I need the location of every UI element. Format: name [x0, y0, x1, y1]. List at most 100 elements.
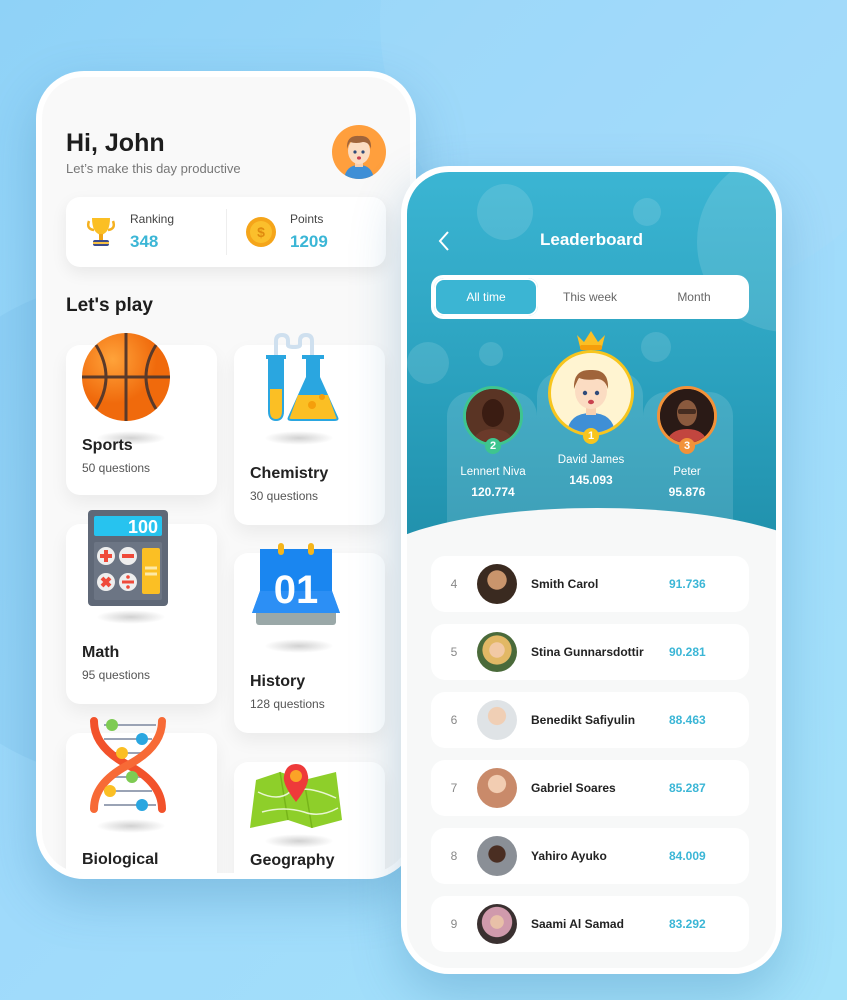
rank-badge-1: 1 [583, 428, 599, 444]
calculator-display: 100 [128, 517, 158, 537]
category-title: Math [82, 644, 120, 661]
leaderboard-row[interactable]: 6 Benedikt Safiyulin 88.463 [431, 692, 749, 748]
row-name: Saami Al Samad [531, 917, 624, 931]
category-card-math[interactable]: 100 Math 95 questions [66, 510, 217, 704]
boy-avatar-icon [344, 135, 374, 179]
row-score: 88.463 [669, 713, 706, 727]
row-avatar [477, 564, 517, 604]
row-avatar [477, 904, 517, 944]
category-count: 128 questions [250, 697, 325, 711]
row-score: 84.009 [669, 849, 706, 863]
map-pin-icon [250, 764, 342, 828]
stats-card: Ranking 348 $ Points 1209 [66, 197, 386, 267]
home-phone: Hi, John Let’s make this day productive [36, 71, 416, 879]
tab-this-week[interactable]: This week [538, 278, 642, 316]
period-tabs: All time This week Month [431, 275, 749, 319]
podium-avatar-third[interactable] [657, 386, 717, 446]
row-name: Benedikt Safiyulin [531, 713, 636, 727]
row-rank: 7 [450, 781, 458, 795]
points-value: 1209 [290, 232, 328, 251]
test-tubes-icon [266, 333, 339, 421]
row-score: 85.287 [669, 781, 706, 795]
leaderboard-row[interactable]: 9 Saami Al Samad 83.292 [431, 896, 749, 952]
section-title: Let's play [66, 295, 153, 316]
decor-circle [641, 332, 671, 362]
leaderboard-row[interactable]: 8 Yahiro Ayuko 84.009 [431, 828, 749, 884]
podium-name-first: David James [557, 454, 625, 466]
ranking-value: 348 [130, 232, 159, 251]
icon-shadow [264, 431, 334, 445]
rank-badge-2: 2 [485, 438, 501, 454]
points-label: Points [290, 212, 324, 226]
podium-score-second: 120.774 [471, 485, 515, 499]
trophy-icon [86, 218, 116, 246]
category-count: 95 questions [82, 668, 151, 682]
row-name: Gabriel Soares [531, 781, 616, 795]
row-name: Yahiro Ayuko [531, 849, 607, 863]
leaderboard-phone: Leaderboard All time This week Month 1 D… [401, 166, 782, 974]
row-avatar [477, 700, 517, 740]
category-count: 50 questions [82, 461, 151, 475]
category-card-geography[interactable]: Geography [234, 762, 385, 873]
row-avatar [477, 768, 517, 808]
boy-avatar-icon [567, 369, 615, 433]
leaderboard-title: Leaderboard [540, 230, 643, 249]
category-card-biological[interactable]: Biological [66, 717, 217, 873]
calculator-icon: 100 [88, 510, 168, 606]
category-title: Geography [250, 852, 335, 869]
ranking-label: Ranking [130, 212, 175, 226]
category-title: Sports [82, 437, 133, 454]
greeting-title: Hi, John [66, 129, 165, 157]
coin-icon: $ [246, 217, 276, 247]
decor-circle [407, 342, 449, 384]
icon-shadow [96, 819, 166, 833]
dna-icon [90, 717, 166, 813]
row-rank: 8 [450, 849, 458, 863]
row-score: 90.281 [669, 645, 706, 659]
ranking-stat[interactable]: Ranking 348 [66, 197, 226, 267]
row-name: Smith Carol [531, 577, 599, 591]
category-card-sports[interactable]: Sports 50 questions [66, 333, 217, 495]
person-photo-icon [660, 389, 714, 443]
row-rank: 5 [450, 645, 458, 659]
row-avatar [477, 632, 517, 672]
person-photo-icon [466, 389, 520, 443]
home-screen: Hi, John Let’s make this day productive [42, 77, 410, 873]
row-rank: 9 [450, 917, 458, 931]
row-score: 91.736 [669, 577, 706, 591]
category-title: Biological [82, 851, 159, 868]
points-stat[interactable]: $ Points 1209 [226, 197, 386, 267]
calendar-date: 01 [274, 568, 319, 612]
leaderboard-row[interactable]: 7 Gabriel Soares 85.287 [431, 760, 749, 816]
podium-avatar-first[interactable] [548, 350, 634, 436]
decor-circle [479, 342, 503, 366]
row-rank: 4 [450, 577, 458, 591]
row-name: Stina Gunnarsdottir [531, 645, 644, 659]
icon-shadow [96, 610, 166, 624]
podium-name-second: Lennert Niva [460, 466, 526, 478]
crown-icon [577, 331, 605, 350]
tab-all-time[interactable]: All time [434, 278, 538, 316]
basketball-icon [82, 333, 170, 421]
category-card-chemistry[interactable]: Chemistry 30 questions [234, 333, 385, 525]
icon-shadow [264, 639, 334, 653]
leaderboard-screen: Leaderboard All time This week Month 1 D… [407, 172, 776, 968]
podium-avatar-second[interactable] [463, 386, 523, 446]
row-rank: 6 [450, 713, 458, 727]
category-count: 30 questions [250, 489, 319, 503]
category-title: Chemistry [250, 465, 329, 482]
category-title: History [250, 673, 306, 690]
leaderboard-list: 4 Smith Carol 91.736 5 Stina Gunnarsdott… [431, 556, 749, 964]
podium-score-third: 95.876 [668, 485, 706, 499]
decor-circle [633, 198, 661, 226]
user-avatar[interactable] [332, 125, 386, 179]
icon-shadow [264, 834, 334, 848]
leaderboard-row[interactable]: 5 Stina Gunnarsdottir 90.281 [431, 624, 749, 680]
row-avatar [477, 836, 517, 876]
row-score: 83.292 [669, 917, 706, 931]
podium-name-third: Peter [673, 466, 701, 478]
tab-month[interactable]: Month [642, 278, 746, 316]
rank-badge-3: 3 [679, 438, 695, 454]
category-card-history[interactable]: 01 History 128 questions [234, 543, 385, 733]
leaderboard-row[interactable]: 4 Smith Carol 91.736 [431, 556, 749, 612]
